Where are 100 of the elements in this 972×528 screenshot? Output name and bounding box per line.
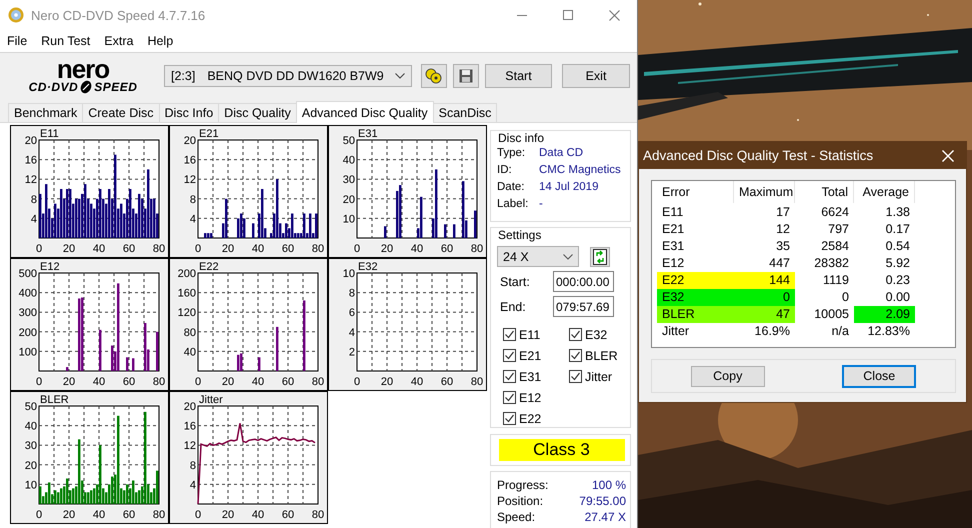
tick-label: 60 [122,376,136,388]
tick-label: 80 [470,243,484,255]
tick-label: 40 [342,154,355,167]
tick-label: 10 [342,213,355,226]
progress-label: Progress: [497,477,548,493]
table-cell-text: 6624 [820,204,850,221]
tick-label: 0 [354,243,360,255]
dialog-button[interactable]: Close [842,364,916,388]
table-cell-text: 16.9% [754,323,791,340]
table-cell-text: 12 [775,221,791,238]
time-field[interactable]: 000:00.00 [553,271,614,292]
menu-item[interactable]: Extra [97,34,140,48]
table-cell: 0 [734,289,795,306]
tick-label: 20 [24,135,37,147]
table-cell-text: 17 [775,204,791,221]
tick-label: 0 [36,376,42,388]
checkbox-label: E11 [519,328,540,342]
progress-value: 100 % [592,477,626,493]
toolbar-button[interactable]: Exit [562,64,630,88]
menu-item[interactable]: Run Test [34,34,98,48]
tick-label: 40 [252,243,264,255]
tick-label: 0 [354,376,360,388]
tick-label: 20 [380,376,394,388]
checkbox-label: E22 [519,412,542,426]
tick-label: 4 [30,213,37,226]
chart-title: E22 [199,261,219,273]
tab[interactable]: ScanDisc [432,103,498,122]
tick-label: 80 [152,509,166,521]
table-cell: E32 [657,289,734,306]
menu-item[interactable]: File [0,34,34,48]
tick-label: 16 [24,154,37,167]
table-cell-text: 1119 [822,272,850,289]
tick-label: 40 [252,376,264,388]
table-cell-text: 0.17 [884,221,911,238]
group-label: Disc info [497,131,546,145]
table-cell-text: 0 [841,289,850,306]
logo-text: SPEED [94,80,138,94]
menu-item[interactable]: Help [140,34,180,48]
tick-label: 12 [184,174,196,186]
chart-title: E12 [40,261,60,273]
tick-label: 40 [252,509,264,521]
tick-label: 60 [440,376,454,388]
tick-label: 120 [178,307,196,320]
toolbar-button[interactable]: Start [485,64,552,88]
table-cell-text: n/a [830,323,850,340]
tick-label: 200 [18,326,37,339]
tick-label: 4 [348,326,355,339]
tick-label: 20 [380,243,394,255]
speed-select[interactable]: 24 X [497,246,579,267]
tab[interactable]: Benchmark [8,103,84,122]
tick-label: 40 [92,243,106,255]
column-header: Error [657,181,734,203]
tick-label: 20 [222,509,234,521]
time-field[interactable]: 079:57.69 [553,296,614,317]
tick-label: 8 [190,460,196,472]
field-value: Data CD [539,146,584,161]
tab[interactable]: Advanced Disc Quality [296,101,434,123]
table-cell-text: 2584 [820,238,850,255]
field-value: CMC Magnetics [539,163,621,178]
window-title: Nero CD-DVD Speed 4.7.7.16 [31,8,206,22]
column-header: Average [854,181,915,203]
progress-value: 79:55.00 [579,493,626,509]
progress-value: 27.47 X [584,509,626,525]
tick-label: 0 [36,509,42,521]
class-banner: Class 3 [498,439,624,461]
tick-label: 100 [18,346,37,358]
field-label: End: [500,300,527,314]
chart-title: E21 [199,128,219,140]
tick-label: 30 [24,440,37,452]
tick-label: 80 [184,326,196,339]
tick-label: 50 [342,135,355,147]
checkbox-label: E31 [519,370,542,384]
tab[interactable]: Disc Quality [218,103,297,122]
field-label: Type: [497,146,526,161]
tick-label: 4 [190,213,196,226]
table-cell-text: 0.54 [884,238,911,255]
tick-label: 80 [312,376,324,388]
progress-label: Speed: [497,509,536,525]
table-cell-text: 10005 [813,306,850,323]
tick-label: 40 [410,243,424,255]
field-value: - [539,197,543,212]
tick-label: 160 [178,288,196,300]
tick-label: 20 [62,509,76,521]
tick-label: 8 [30,194,37,206]
tick-label: 40 [24,420,37,433]
dialog-button[interactable]: Copy [690,366,765,386]
tick-label: 20 [24,460,37,472]
field-label: ID: [497,163,513,178]
tick-label: 0 [36,243,42,255]
drive-select[interactable]: [2:3] BENQ DVD DD DW1620 B7W9 [164,65,412,87]
tick-label: 60 [282,376,294,388]
table-cell: 47 [734,306,795,323]
tick-label: 40 [92,509,106,521]
table-cell-text: 0.23 [884,272,911,289]
checkbox-label: Jitter [585,370,612,384]
tick-label: 0 [194,509,202,521]
tick-label: 80 [312,509,324,521]
tick-label: 20 [342,194,355,206]
checkbox-label: E12 [519,390,542,404]
tick-label: 20 [222,243,234,255]
